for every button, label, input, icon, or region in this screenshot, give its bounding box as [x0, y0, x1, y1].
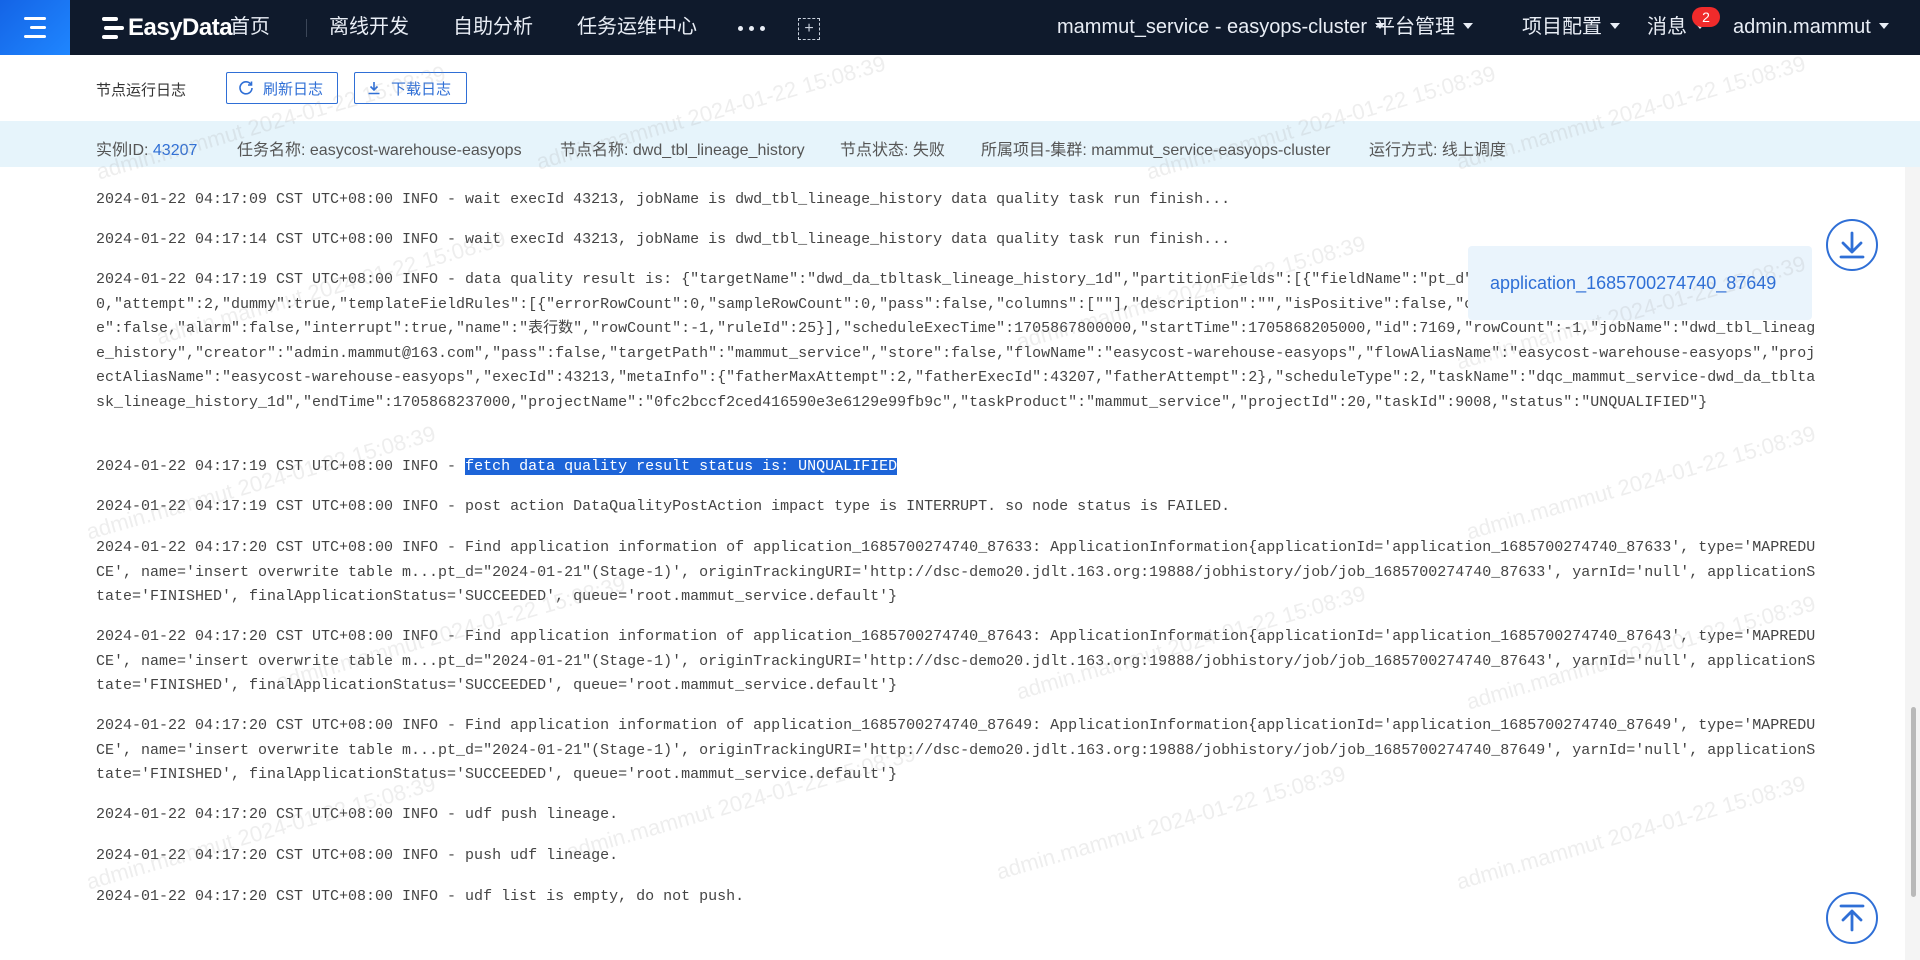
more-icon[interactable]	[738, 26, 765, 31]
log-toolbar: 节点运行日志 刷新日志 下载日志	[0, 55, 1920, 121]
log-line: 2024-01-22 04:17:20 CST UTC+08:00 INFO -…	[96, 628, 1816, 694]
project-cluster-selector[interactable]: mammut_service - easyops-cluster	[1057, 0, 1386, 55]
chevron-down-icon	[1610, 22, 1620, 29]
run-mode-value: 线上调度	[1441, 142, 1506, 159]
project-cluster-label: mammut_service - easyops-cluster	[1057, 16, 1368, 38]
log-line: 2024-01-22 04:17:20 CST UTC+08:00 INFO -…	[96, 717, 1816, 783]
log-line: 2024-01-22 04:17:20 CST UTC+08:00 INFO -…	[96, 806, 619, 823]
task-name: 任务名称: easycost-warehouse-easyops	[237, 136, 522, 160]
chevron-down-icon	[1463, 22, 1473, 29]
menu-icon-bar	[30, 26, 46, 29]
chevron-down-icon	[1878, 22, 1889, 29]
logo-text: EasyData	[128, 14, 233, 41]
platform-management-label: 平台管理	[1375, 16, 1455, 38]
node-status-value: 失败	[912, 142, 945, 159]
platform-management-menu[interactable]: 平台管理	[1375, 0, 1473, 55]
page-title: 节点运行日志	[96, 82, 187, 99]
log-line: 2024-01-22 04:17:09 CST UTC+08:00 INFO -…	[96, 191, 1231, 208]
refresh-log-button[interactable]: 刷新日志	[226, 72, 338, 104]
nav-self-analysis[interactable]: 自助分析	[453, 0, 533, 55]
top-navigation-bar: EasyData 首页 离线开发 自助分析 任务运维中心 + mammut_se…	[0, 0, 1920, 55]
log-line: 2024-01-22 04:17:20 CST UTC+08:00 INFO -…	[96, 539, 1816, 605]
node-name-value: dwd_tbl_lineage_history	[632, 142, 805, 159]
node-status-label: 节点状态:	[840, 142, 909, 159]
log-line: 2024-01-22 04:17:20 CST UTC+08:00 INFO -…	[96, 847, 619, 864]
messages-count-badge: 2	[1692, 7, 1720, 27]
nav-divider	[306, 19, 307, 37]
log-line: 2024-01-22 04:17:20 CST UTC+08:00 INFO -…	[96, 888, 745, 905]
application-id-tooltip: application_1685700274740_87649	[1468, 246, 1812, 320]
add-shortcut-icon[interactable]: +	[798, 18, 820, 40]
task-name-label: 任务名称:	[237, 142, 306, 159]
scroll-to-bottom-button[interactable]	[1826, 219, 1878, 271]
log-line: 2024-01-22 04:17:19 CST UTC+08:00 INFO -…	[96, 455, 1816, 480]
menu-icon-bar	[24, 35, 46, 38]
log-line: 2024-01-22 04:17:19 CST UTC+08:00 INFO -…	[96, 498, 1231, 515]
menu-toggle-button[interactable]	[0, 0, 70, 55]
node-name-label: 节点名称:	[560, 142, 629, 159]
download-log-label: 下载日志	[391, 80, 452, 98]
refresh-log-label: 刷新日志	[263, 80, 324, 98]
user-menu[interactable]: admin.mammut	[1733, 0, 1889, 55]
download-icon	[365, 79, 383, 97]
instance-info-bar: 实例ID: 43207 任务名称: easycost-warehouse-eas…	[0, 121, 1920, 167]
project-config-label: 项目配置	[1522, 16, 1602, 38]
highlighted-log-text[interactable]: fetch data quality result status is: UNQ…	[465, 458, 898, 475]
log-scrollbar-thumb[interactable]	[1911, 707, 1916, 897]
run-mode: 运行方式: 线上调度	[1369, 136, 1506, 160]
log-line-prefix: 2024-01-22 04:17:19 CST UTC+08:00 INFO -	[96, 458, 466, 475]
project-cluster-info-label: 所属项目-集群:	[981, 142, 1087, 159]
instance-id-link[interactable]: 43207	[153, 142, 198, 159]
scroll-to-top-button[interactable]	[1826, 892, 1878, 944]
arrow-down-to-line-icon	[1839, 231, 1865, 259]
node-name: 节点名称: dwd_tbl_lineage_history	[560, 136, 805, 160]
messages-label: 消息	[1647, 16, 1687, 38]
nav-offline-dev[interactable]: 离线开发	[329, 0, 409, 55]
nav-task-ops-center[interactable]: 任务运维中心	[577, 0, 697, 55]
refresh-icon	[237, 79, 255, 97]
project-config-menu[interactable]: 项目配置	[1522, 0, 1620, 55]
task-name-value: easycost-warehouse-easyops	[309, 142, 522, 159]
instance-id-label: 实例ID:	[96, 142, 149, 159]
node-status: 节点状态: 失败	[840, 136, 945, 160]
user-name-label: admin.mammut	[1733, 16, 1871, 38]
project-cluster: 所属项目-集群: mammut_service-easyops-cluster	[981, 136, 1330, 160]
instance-id: 实例ID: 43207	[96, 136, 197, 160]
logo-mark-icon	[102, 15, 124, 41]
project-cluster-info-value: mammut_service-easyops-cluster	[1091, 142, 1331, 159]
download-log-button[interactable]: 下载日志	[354, 72, 467, 104]
nav-home[interactable]: 首页	[230, 0, 270, 55]
arrow-up-to-line-icon	[1839, 904, 1865, 932]
easydata-logo[interactable]: EasyData	[102, 13, 233, 43]
run-mode-label: 运行方式:	[1369, 142, 1438, 159]
menu-icon	[24, 17, 46, 20]
